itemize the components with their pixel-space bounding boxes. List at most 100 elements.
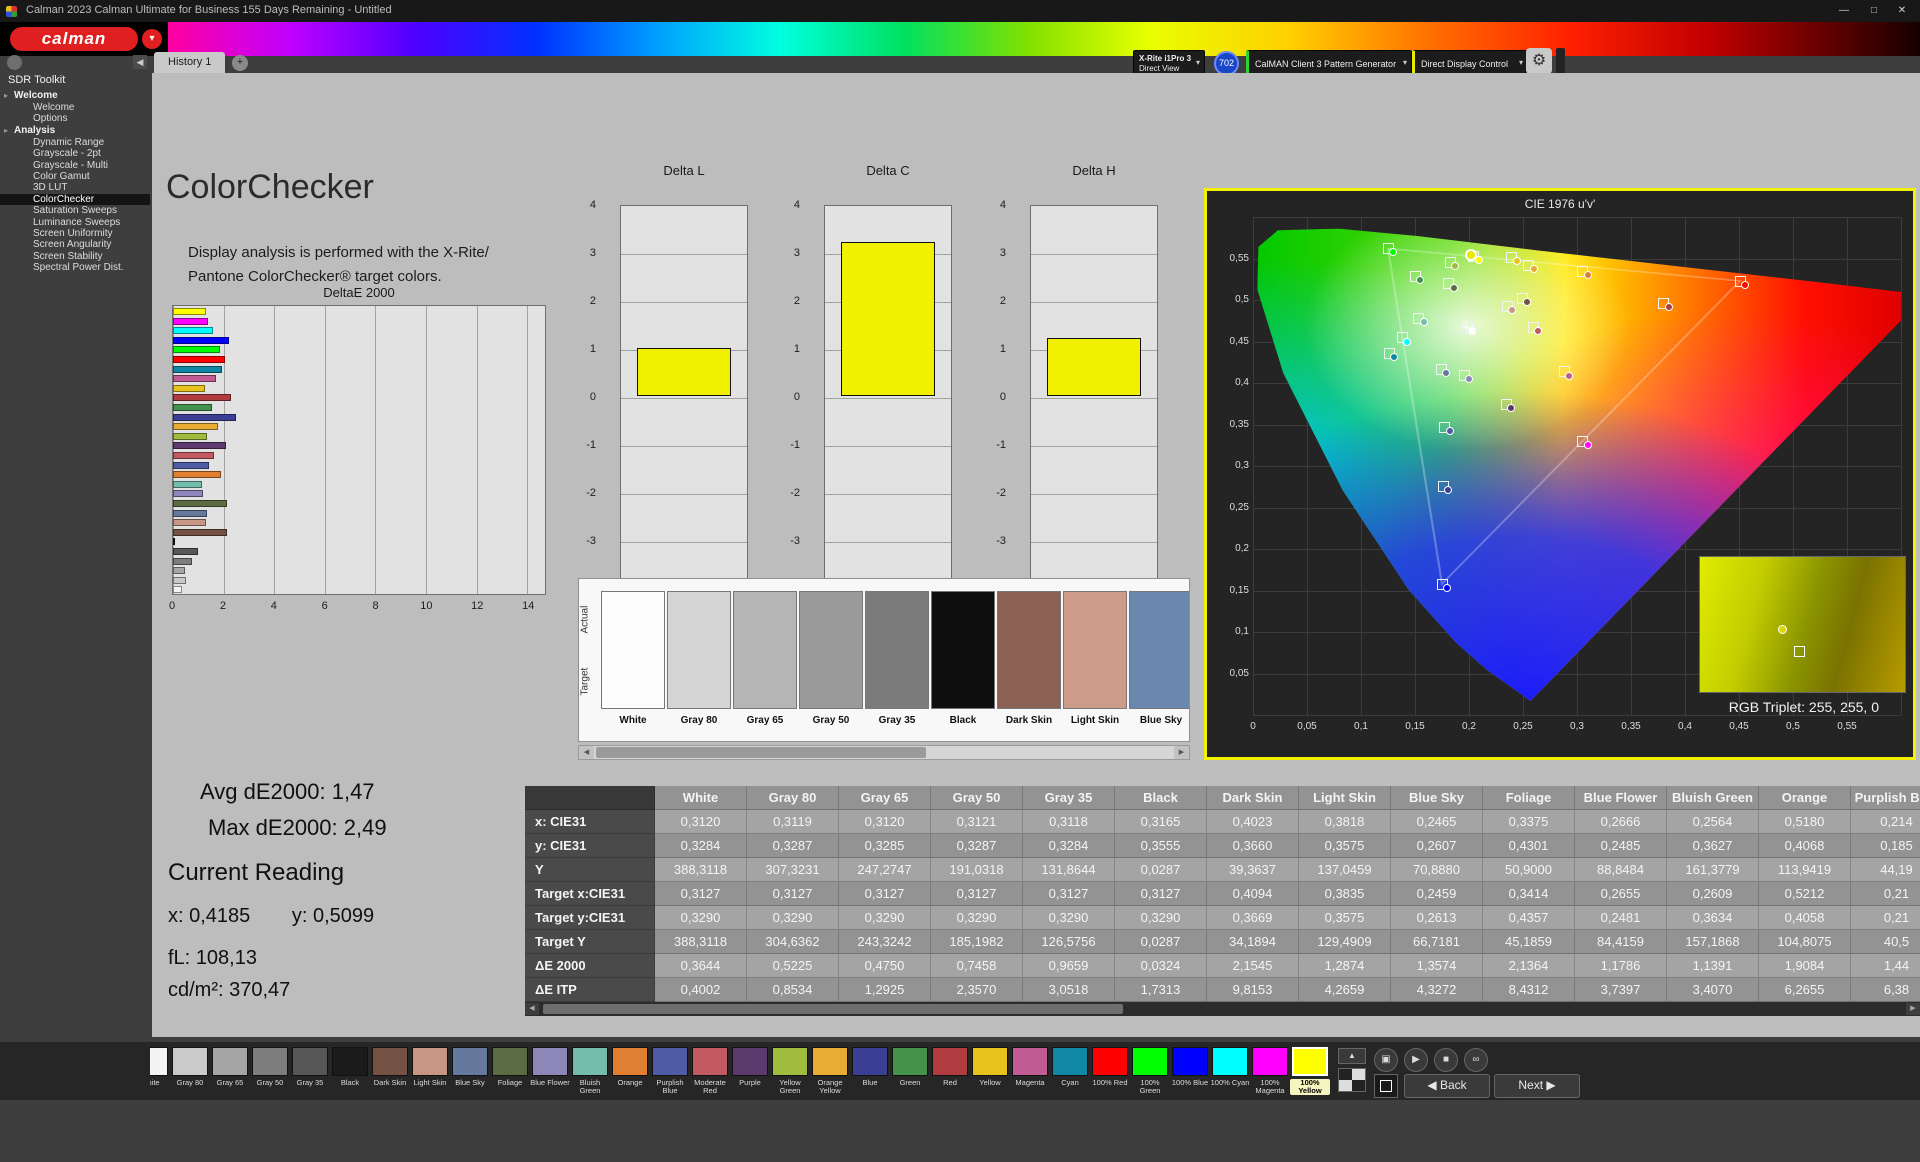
palette-swatch-yellow-green[interactable]: Yellow Green [770,1042,810,1100]
palette-swatch-100-cyan[interactable]: 100% Cyan [1210,1042,1250,1100]
logo-menu-button[interactable]: ▾ [142,29,162,49]
axis-tick-label: 8 [372,600,379,612]
table-row-label: Y [525,858,655,882]
next-button[interactable]: Next ▶ [1494,1074,1580,1098]
table-cell: 0,3627 [1667,834,1759,858]
swatch-scrollbar[interactable]: ◀ ▶ [578,745,1190,760]
scroll-right-icon[interactable]: ▶ [1174,746,1189,759]
table-cell: 0,3669 [1207,906,1299,930]
sidebar-item-3d-lut[interactable]: 3D LUT [0,182,150,193]
palette-swatch-gray-80[interactable]: Gray 80 [170,1042,210,1100]
back-button[interactable]: ◀ Back [1404,1074,1490,1098]
sidebar-section-welcome[interactable]: ▸ Welcome [0,90,150,102]
tab-history-1[interactable]: History 1 [154,52,226,73]
xy-reading: x: 0,4185 y: 0,5099 [168,905,374,928]
axis-tick-label: 0,05 [1297,721,1317,732]
close-button[interactable]: ✕ [1888,3,1916,19]
display-pattern-icon[interactable]: ▣ [1374,1048,1398,1072]
tree-expand-icon[interactable]: ▸ [4,125,8,137]
axis-tick-label: -1 [996,439,1006,451]
table-header-cell: Foliage [1483,786,1575,810]
palette-swatch-gray-35[interactable]: Gray 35 [290,1042,330,1100]
settings-handle[interactable] [1556,48,1565,74]
sidebar-item-colorchecker[interactable]: ColorChecker [0,193,150,206]
cie-measured-marker [1443,584,1452,592]
palette-swatch-100-red[interactable]: 100% Red [1090,1042,1130,1100]
palette-swatch-blue-sky[interactable]: Blue Sky [450,1042,490,1100]
tree-expand-icon[interactable]: ▸ [4,90,8,102]
sidebar-item-dynamic-range[interactable]: Dynamic Range [0,137,150,148]
sidebar-title: SDR Toolkit [8,74,66,86]
table-header-cell: Gray 35 [1023,786,1115,810]
palette-swatch-light-skin[interactable]: Light Skin [410,1042,450,1100]
fl-label: fL: [168,947,191,969]
stop-icon[interactable]: ■ [1434,1048,1458,1072]
palette-swatch-gray-50[interactable]: Gray 50 [250,1042,290,1100]
scrollbar-thumb[interactable] [543,1004,1123,1014]
palette-swatch-100-magenta[interactable]: 100% Magenta [1250,1042,1290,1100]
palette-up-icon[interactable]: ▲ [1338,1048,1366,1064]
sidebar-item-grayscale-2pt[interactable]: Grayscale - 2pt [0,148,150,159]
palette-swatch-cyan[interactable]: Cyan [1050,1042,1090,1100]
sidebar-section-analysis[interactable]: ▸ Analysis [0,125,150,137]
scroll-right-icon[interactable]: ▶ [1906,1003,1920,1015]
palette-color [932,1047,968,1076]
palette-swatch-purple[interactable]: Purple [730,1042,770,1100]
scroll-left-icon[interactable]: ◀ [579,746,594,759]
tab-add-button[interactable]: + [232,55,248,71]
palette-swatch-black[interactable]: Black [330,1042,370,1100]
palette-swatch-foliage[interactable]: Foliage [490,1042,530,1100]
palette-swatch-orange[interactable]: Orange [610,1042,650,1100]
pattern-window-button[interactable] [1374,1074,1398,1098]
palette-swatch-yellow[interactable]: Yellow [970,1042,1010,1100]
scroll-left-icon[interactable]: ◀ [525,1003,539,1015]
sidebar-collapse-icon[interactable]: ◀ [133,55,147,69]
sidebar-item-color-gamut[interactable]: Color Gamut [0,171,150,182]
sidebar-item-screen-stability[interactable]: Screen Stability [0,251,150,262]
delta-l-bar [637,348,731,396]
sidebar-item-screen-angularity[interactable]: Screen Angularity [0,239,150,250]
axis-tick-label: 14 [522,600,535,612]
continuous-mode-icon[interactable]: ∞ [1464,1048,1488,1072]
palette-swatch-100-blue[interactable]: 100% Blue [1170,1042,1210,1100]
titlebar[interactable]: Calman 2023 Calman Ultimate for Business… [0,0,1920,22]
palette-swatch-blue-flower[interactable]: Blue Flower [530,1042,570,1100]
palette-swatch-100-yellow[interactable]: 100% Yellow [1290,1042,1330,1100]
sidebar-item-saturation-sweeps[interactable]: Saturation Sweeps [0,205,150,216]
palette-swatch-orange-yellow[interactable]: Orange Yellow [810,1042,850,1100]
cdm2-label: cd/m²: [168,979,224,1001]
play-icon[interactable]: ▶ [1404,1048,1428,1072]
swatch-comparison-panel: Actual Target White Gray 80 Gray 65 Gray 50… [578,578,1190,742]
sidebar-item-screen-uniformity[interactable]: Screen Uniformity [0,228,150,239]
palette-swatch-gray-65[interactable]: Gray 65 [210,1042,250,1100]
swatch-blue-sky [1129,591,1189,709]
cie-measured-marker [1445,427,1454,436]
gear-icon[interactable]: ⚙ [1526,48,1552,74]
sidebar-item-welcome[interactable]: Welcome [0,102,150,113]
palette-swatch-blue[interactable]: Blue [850,1042,890,1100]
workflow-menu-button[interactable] [7,55,22,70]
palette-swatch-green[interactable]: Green [890,1042,930,1100]
palette-swatch-white[interactable]: White [150,1042,170,1100]
minimize-button[interactable]: — [1830,3,1858,19]
palette-color [452,1047,488,1076]
palette-swatch-red[interactable]: Red [930,1042,970,1100]
table-row-label: x: CIE31 [525,810,655,834]
palette-swatch-bluish-green[interactable]: Bluish Green [570,1042,610,1100]
palette-swatch-moderate-red[interactable]: Moderate Red [690,1042,730,1100]
maximize-button[interactable]: □ [1860,3,1888,19]
table-scrollbar[interactable]: ◀ ▶ [525,1002,1920,1016]
table-cell: 0,2564 [1667,810,1759,834]
palette-swatch-dark-skin[interactable]: Dark Skin [370,1042,410,1100]
sidebar-item-spectral-power-dist[interactable]: Spectral Power Dist. [0,262,150,273]
scrollbar-thumb[interactable] [596,747,926,758]
checkerboard-icon[interactable] [1338,1068,1366,1092]
table-cell: 0,3660 [1207,834,1299,858]
palette-swatch-magenta[interactable]: Magenta [1010,1042,1050,1100]
sidebar-item-options[interactable]: Options [0,113,150,124]
palette-swatch-purplish-blue[interactable]: Purplish Blue [650,1042,690,1100]
deltae-bar-100-yellow [173,308,206,315]
sidebar-item-grayscale-multi[interactable]: Grayscale - Multi [0,160,150,171]
sidebar-item-luminance-sweeps[interactable]: Luminance Sweeps [0,217,150,228]
palette-swatch-100-green[interactable]: 100% Green [1130,1042,1170,1100]
